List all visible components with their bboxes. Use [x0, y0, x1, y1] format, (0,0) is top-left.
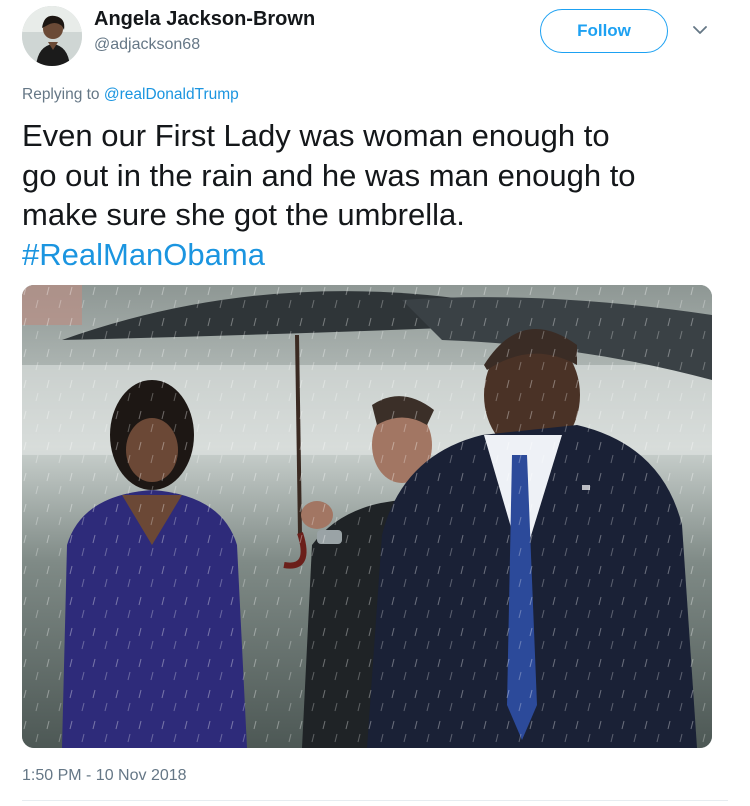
follow-button[interactable]: Follow [540, 9, 668, 53]
tweet-card: Angela Jackson-Brown @adjackson68 Follow… [0, 0, 750, 806]
reply-prefix: Replying to [22, 86, 104, 103]
display-name[interactable]: Angela Jackson-Brown [94, 8, 315, 31]
reply-mention-link[interactable]: @realDonaldTrump [104, 86, 239, 103]
divider [22, 800, 728, 801]
tweet-photo[interactable] [22, 285, 712, 748]
avatar[interactable] [22, 6, 82, 66]
tweet-text-line: go out in the rain and he was man enough… [22, 157, 636, 193]
tweet-text-line: Even our First Lady was woman enough to [22, 118, 610, 153]
tweet-text-line: make sure she got the umbrella. [22, 197, 465, 232]
hashtag-link[interactable]: #RealManObama [22, 235, 722, 275]
chevron-down-icon[interactable] [690, 22, 710, 38]
reply-context: Replying to @realDonaldTrump [22, 86, 239, 104]
user-handle[interactable]: @adjackson68 [94, 36, 200, 54]
tweet-text: Even our First Lady was woman enough to … [22, 116, 722, 274]
tweet-timestamp[interactable]: 1:50 PM - 10 Nov 2018 [22, 767, 187, 785]
rain-photo-illustration [22, 285, 712, 748]
avatar-image [22, 6, 82, 66]
